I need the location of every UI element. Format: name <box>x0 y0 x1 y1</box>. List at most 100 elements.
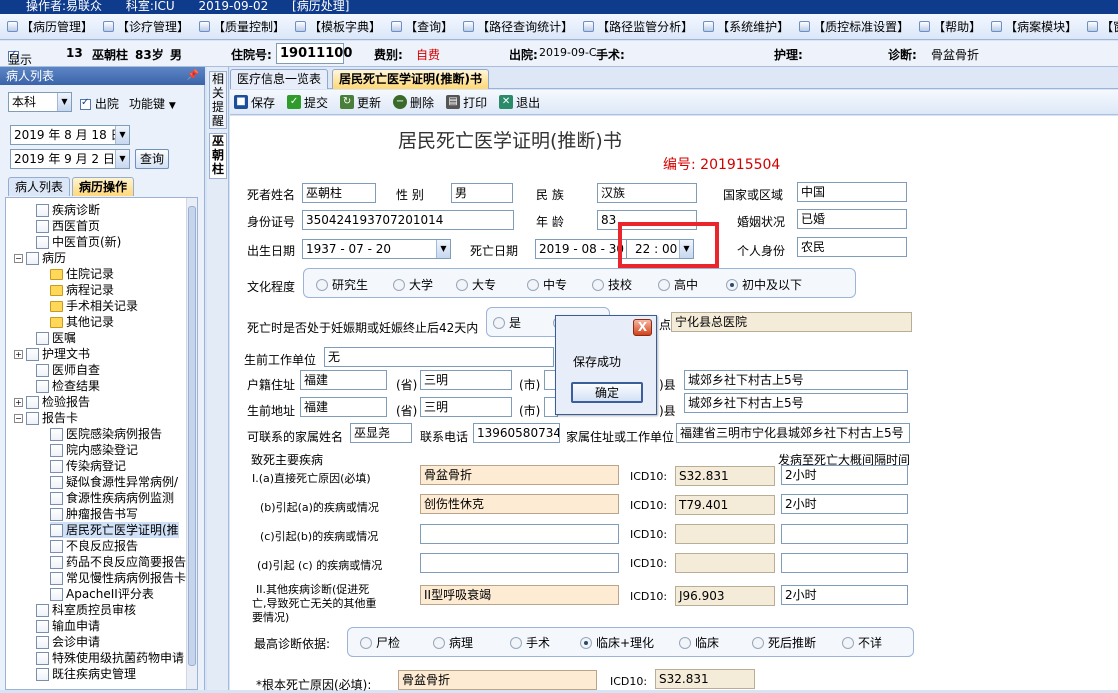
death-place-field[interactable]: 宁化县总医院 <box>671 312 912 332</box>
tree-item[interactable]: 住院记录 <box>50 266 114 282</box>
menu-system[interactable]: 【系统维护】 <box>698 16 794 38</box>
tab-death-certificate[interactable]: 居民死亡医学证明(推断)书 <box>332 69 489 89</box>
tree-item[interactable]: 手术相关记录 <box>50 298 138 314</box>
tree-item[interactable]: 疑似食源性异常病例/ <box>50 474 178 490</box>
root-cause-field[interactable]: 骨盆骨折 <box>398 670 597 690</box>
collapse-icon[interactable]: − <box>14 414 23 423</box>
live-province-field[interactable]: 福建 <box>300 397 387 417</box>
tree-item-selected[interactable]: 居民死亡医学证明(推 <box>50 522 179 538</box>
pid-field[interactable]: 19011100 <box>276 43 352 64</box>
cause-c-field[interactable] <box>420 524 619 544</box>
expand-icon[interactable]: + <box>14 398 23 407</box>
delete-button[interactable]: − 删除 <box>393 94 434 111</box>
live-street-field[interactable]: 城郊乡社下村古上5号 <box>684 393 908 413</box>
basis-option[interactable]: 临床 <box>679 634 719 651</box>
pin-icon[interactable]: 📌 <box>187 67 199 85</box>
tree-item[interactable]: 特殊使用级抗菌药物申请 <box>36 650 184 666</box>
family-addr-field[interactable]: 福建省三明市宁化县城郊乡社下村古上5号 <box>676 423 910 443</box>
edu-option-selected[interactable]: 初中及以下 <box>726 276 802 293</box>
ok-button[interactable]: 确定 <box>571 382 643 403</box>
tree-item[interactable]: 院内感染登记 <box>50 442 138 458</box>
edu-option[interactable]: 研究生 <box>316 276 368 293</box>
tree-item[interactable]: 中医首页(新) <box>36 234 121 250</box>
identity-field[interactable]: 农民 <box>797 237 907 257</box>
menu-case-module[interactable]: 【病案模块】 <box>986 16 1082 38</box>
tree-item[interactable]: 输血申请 <box>36 618 100 634</box>
chevron-down-icon[interactable]: ▼ <box>57 93 71 111</box>
menu-path-stats[interactable]: 【路径查询统计】 <box>458 16 578 38</box>
tree-item[interactable]: 传染病登记 <box>50 458 126 474</box>
basis-option[interactable]: 不详 <box>842 634 882 651</box>
cause-d-icd[interactable] <box>675 553 775 573</box>
tree-item[interactable]: 会诊申请 <box>36 634 100 650</box>
tree-item[interactable]: 药品不良反应简要报告 <box>50 554 186 570</box>
tree-item[interactable]: 医院感染病例报告 <box>50 426 162 442</box>
dept-select[interactable]: 本科 ▼ <box>8 92 72 112</box>
cause-b-field[interactable]: 创伤性休克 <box>420 494 619 514</box>
tab-patient-list[interactable]: 病人列表 <box>8 177 71 196</box>
tree-item[interactable]: 常见慢性病病例报告卡 <box>50 570 186 586</box>
tree-item[interactable]: 科室质控员审核 <box>36 602 136 618</box>
save-button[interactable]: ■ 保存 <box>234 94 275 111</box>
cause-d-field[interactable] <box>420 553 619 573</box>
basis-option[interactable]: 尸检 <box>360 634 400 651</box>
tree-item[interactable]: ApacheII评分表 <box>50 586 154 602</box>
tree-item[interactable]: 医师自查 <box>36 362 100 378</box>
idno-field[interactable]: 350424193707201014 <box>302 210 514 230</box>
sex-field[interactable]: 男 <box>451 183 513 203</box>
nation-field[interactable]: 汉族 <box>597 183 697 203</box>
birth-date-picker[interactable]: 1937 - 07 - 20 ▼ <box>302 239 451 259</box>
tree-item[interactable]: 医嘱 <box>36 330 76 346</box>
basis-option-selected[interactable]: 临床+理化 <box>580 634 654 651</box>
chevron-down-icon[interactable]: ▼ <box>115 150 129 168</box>
tree-item[interactable]: − 病历 <box>14 250 66 266</box>
menu-quality[interactable]: 【质量控制】 <box>194 16 290 38</box>
edu-option[interactable]: 大专 <box>456 276 496 293</box>
basis-option[interactable]: 病理 <box>433 634 473 651</box>
menu-templates[interactable]: 【模板字典】 <box>290 16 386 38</box>
tab-record-ops[interactable]: 病历操作 <box>72 177 135 196</box>
cause-b-interval[interactable]: 2小时 <box>781 494 908 514</box>
update-button[interactable]: ↻ 更新 <box>340 94 381 111</box>
other-diag-field[interactable]: II型呼吸衰竭 <box>420 585 619 605</box>
discharged-toggle[interactable]: 出院 <box>80 95 119 112</box>
menu-qc-standard[interactable]: 【质控标准设置】 <box>794 16 914 38</box>
menu-window[interactable]: 【窗口】 <box>1082 16 1118 38</box>
cause-a-field[interactable]: 骨盆骨折 <box>420 465 619 485</box>
tree-item[interactable]: 既往疾病史管理 <box>36 666 136 682</box>
chevron-down-icon[interactable]: ▼ <box>115 126 129 144</box>
tree-scrollbar[interactable] <box>186 198 197 689</box>
cause-a-icd[interactable]: S32.831 <box>675 466 775 486</box>
cause-d-interval[interactable] <box>781 553 908 573</box>
tree-item[interactable]: 疾病诊断 <box>36 202 100 218</box>
other-diag-icd[interactable]: J96.903 <box>675 586 775 606</box>
tree-item[interactable]: + 护理文书 <box>14 346 90 362</box>
tree-item[interactable]: 不良反应报告 <box>50 538 138 554</box>
country-field[interactable]: 中国 <box>797 182 907 202</box>
exit-button[interactable]: ✕ 退出 <box>499 94 540 111</box>
tab-overview[interactable]: 医疗信息一览表 <box>230 69 329 89</box>
discharged-checkbox[interactable] <box>80 97 91 110</box>
close-icon[interactable]: X <box>633 319 652 336</box>
menu-query[interactable]: 【查询】 <box>386 16 458 38</box>
tree-item[interactable]: 其他记录 <box>50 314 114 330</box>
pregnancy-yes[interactable]: 是 <box>493 314 521 331</box>
work-field[interactable]: 无 <box>324 347 554 367</box>
tree-item[interactable]: − 报告卡 <box>14 410 78 426</box>
name-field[interactable]: 巫朝柱 <box>302 183 376 203</box>
live-city-field[interactable]: 三明 <box>420 397 512 417</box>
collapse-icon[interactable]: − <box>14 254 23 263</box>
function-key-menu[interactable]: 功能键 ▼ <box>129 95 176 112</box>
family-name-field[interactable]: 巫显尧 <box>350 423 412 443</box>
print-button[interactable]: ▤ 打印 <box>446 94 487 111</box>
tree-item[interactable]: 食源性疾病病例监测 <box>50 490 174 506</box>
tab-reminders[interactable]: 相关提醒 <box>209 71 227 129</box>
tree-item[interactable]: 病程记录 <box>50 282 114 298</box>
tree-item[interactable]: 肿瘤报告书写 <box>50 506 138 522</box>
root-cause-icd[interactable]: S32.831 <box>655 669 755 689</box>
query-button[interactable]: 查询 <box>135 149 169 169</box>
tab-patient[interactable]: 巫朝柱 <box>209 133 227 179</box>
cause-b-icd[interactable]: T79.401 <box>675 495 775 515</box>
tree-item[interactable]: 检查结果 <box>36 378 100 394</box>
other-diag-interval[interactable]: 2小时 <box>781 585 908 605</box>
